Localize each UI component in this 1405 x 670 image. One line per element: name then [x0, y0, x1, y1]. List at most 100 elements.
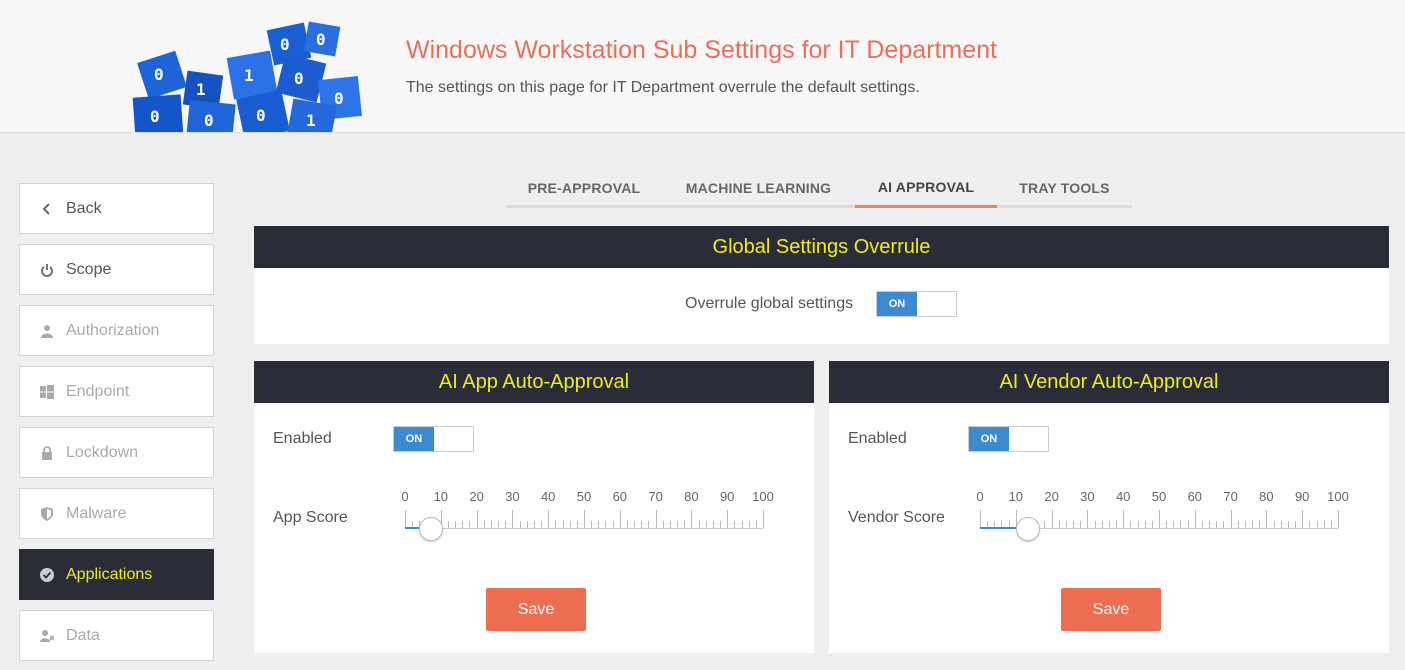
slider-tick	[490, 521, 492, 528]
slider-tick	[655, 510, 657, 528]
slider-scale-label: 70	[1223, 489, 1238, 504]
slider-scale-label: 100	[752, 489, 774, 504]
slider-handle[interactable]	[419, 517, 444, 541]
slider-tick	[1151, 521, 1153, 528]
svg-text:0: 0	[256, 106, 266, 125]
sidebar-item-endpoint[interactable]: Endpoint	[19, 366, 214, 417]
slider-tick	[1223, 521, 1225, 528]
slider-tick	[526, 521, 528, 528]
slider-tick	[1338, 510, 1339, 528]
tab-tray-tools[interactable]: TRAY TOOLS	[997, 168, 1132, 208]
vendor-enabled-toggle[interactable]: ON	[968, 426, 1049, 452]
slider-track[interactable]	[405, 528, 763, 529]
slider-tick	[1309, 521, 1311, 528]
overrule-toggle[interactable]: ON	[876, 291, 957, 317]
sidebar-item-lockdown[interactable]: Lockdown	[19, 427, 214, 478]
slider-tick	[1173, 521, 1175, 528]
slider-tick	[734, 521, 736, 528]
slider-scale-label: 40	[540, 489, 556, 504]
sidebar-nav: Back Scope Authorization Endpoint Lockdo…	[19, 183, 214, 670]
slider-tick	[705, 521, 707, 528]
svg-text:1: 1	[306, 111, 316, 130]
slider-tick	[669, 521, 671, 528]
sidebar-item-label: Back	[66, 199, 102, 217]
slider-tick	[648, 521, 650, 528]
slider-tick	[727, 510, 729, 528]
slider-scale-label: 100	[1327, 489, 1349, 504]
tab-machine-learning[interactable]: MACHINE LEARNING	[662, 168, 855, 208]
app-save-button[interactable]: Save	[486, 588, 586, 631]
slider-tick	[741, 521, 743, 528]
slider-scale-label: 30	[1080, 489, 1095, 504]
slider-fill	[980, 527, 1016, 529]
svg-text:0: 0	[316, 30, 326, 49]
user-x-icon	[40, 629, 54, 643]
vendor-score-slider[interactable]: 0 10 20 30 40 50 60 70 80 90 100	[976, 489, 1349, 549]
slider-tick	[1130, 521, 1132, 528]
slider-tick	[469, 521, 471, 528]
chevron-left-icon	[40, 202, 54, 216]
slider-scale-label: 90	[1294, 489, 1310, 504]
sidebar-item-label: Applications	[66, 565, 153, 583]
slider-tick	[1323, 521, 1325, 528]
app-enabled-toggle[interactable]: ON	[393, 426, 474, 452]
shield-icon	[40, 506, 54, 521]
slider-scale-label: 90	[719, 489, 735, 504]
slider-tick	[1094, 521, 1096, 528]
slider-tick	[505, 521, 507, 528]
app-score-slider[interactable]: 0 10 20 30 40 50 60 70 80 90 100	[401, 489, 774, 549]
slider-tick	[1209, 521, 1211, 528]
slider-tick	[598, 521, 600, 528]
sidebar-item-label: Endpoint	[66, 382, 130, 400]
slider-tick	[1101, 521, 1103, 528]
sidebar-item-label: Authorization	[66, 321, 160, 339]
vendor-enabled-label: Enabled	[848, 430, 907, 447]
slider-tick	[720, 521, 722, 528]
slider-scale-label: 0	[976, 489, 984, 504]
slider-tick	[1080, 521, 1082, 528]
tab-pre-approval[interactable]: PRE-APPROVAL	[506, 168, 662, 208]
slider-tick	[1302, 510, 1304, 528]
slider-tick	[405, 510, 406, 528]
slider-tick	[980, 510, 981, 528]
slider-scale-label: 80	[684, 489, 699, 504]
slider-tick	[1108, 521, 1110, 528]
sidebar-item-applications[interactable]: Applications	[19, 549, 214, 600]
svg-text:1: 1	[196, 80, 206, 99]
slider-tick	[1316, 521, 1318, 528]
slider-tick	[576, 521, 578, 528]
slider-tick	[584, 510, 585, 528]
sidebar-item-label: Scope	[66, 260, 112, 278]
toggle-on-label: ON	[969, 427, 1009, 451]
slider-tick	[1280, 521, 1282, 528]
page-title: Windows Workstation Sub Settings for IT …	[406, 36, 997, 64]
sidebar-item-malware[interactable]: Malware	[19, 488, 214, 539]
svg-text:0: 0	[294, 69, 304, 88]
sidebar-item-data[interactable]: Data	[19, 610, 214, 661]
sidebar-item-authorization[interactable]: Authorization	[19, 305, 214, 356]
slider-tick	[1252, 521, 1254, 528]
sidebar-item-scope[interactable]: Scope	[19, 244, 214, 295]
slider-tick	[455, 521, 457, 528]
slider-tick	[462, 521, 464, 528]
tab-ai-approval[interactable]: AI APPROVAL	[855, 168, 997, 208]
slider-tick	[562, 521, 564, 528]
slider-tick	[763, 510, 764, 528]
slider-tick	[591, 521, 593, 528]
slider-tick	[691, 510, 693, 528]
slider-tick	[1273, 521, 1275, 528]
slider-handle[interactable]	[1015, 517, 1040, 541]
vendor-save-button[interactable]: Save	[1061, 588, 1161, 631]
vendor-score-label: Vendor Score	[848, 509, 945, 526]
page-header: 0 0 0 1 1 0 0 0 0 0 1 Windows Workstatio…	[0, 0, 1405, 133]
sidebar-item-label: Data	[66, 626, 100, 644]
slider-scale-label: 50	[1151, 489, 1167, 504]
slider-scale-label: 60	[1187, 489, 1203, 504]
slider-tick	[1287, 521, 1289, 528]
slider-tick	[1159, 510, 1160, 528]
sidebar-item-back[interactable]: Back	[19, 183, 214, 234]
slider-tick	[626, 521, 628, 528]
slider-tick	[1201, 521, 1203, 528]
slider-tick	[569, 521, 571, 528]
slider-tick	[1259, 521, 1261, 528]
